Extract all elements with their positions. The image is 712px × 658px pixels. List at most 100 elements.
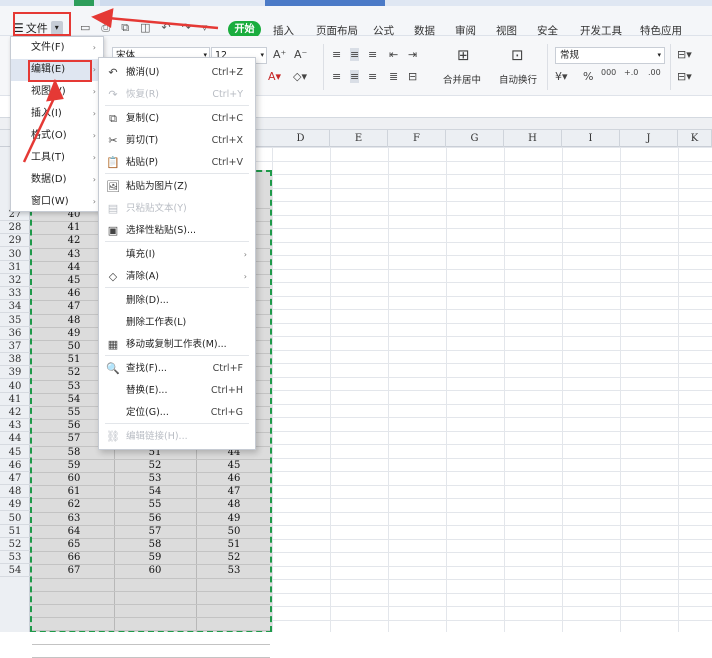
row-header[interactable]: 34: [0, 300, 30, 314]
row-header[interactable]: 39: [0, 366, 30, 380]
currency-icon[interactable]: ¥▾: [555, 70, 568, 83]
row-header[interactable]: 28: [0, 221, 30, 235]
column-header[interactable]: F: [388, 130, 446, 147]
row-header[interactable]: 43: [0, 419, 30, 433]
row-header[interactable]: 54: [0, 564, 30, 578]
wrap-text-button[interactable]: 自动换行: [499, 72, 537, 86]
edit-menu-item[interactable]: 🔍 查找(F)... Ctrl+F: [99, 358, 255, 380]
table-cell[interactable]: 58: [115, 538, 195, 551]
redo-icon[interactable]: ↷: [182, 21, 191, 35]
indent-increase-icon[interactable]: ⇥: [408, 48, 417, 61]
edit-menu-item[interactable]: ↷ 恢复(R) Ctrl+Y: [99, 84, 255, 106]
row-header[interactable]: 46: [0, 459, 30, 472]
edit-menu-item[interactable]: ↶ 撤消(U) Ctrl+Z: [99, 62, 255, 84]
indent-decrease-icon[interactable]: ⇤: [389, 48, 398, 61]
edit-menu-item[interactable]: 删除(D)...: [99, 290, 255, 312]
increase-decimal-icon[interactable]: +.0: [624, 68, 638, 77]
table-cell[interactable]: 52: [194, 551, 274, 564]
menu-item-insert[interactable]: 插入(I) ›: [11, 103, 103, 125]
decrease-decimal-icon[interactable]: .00: [648, 68, 661, 77]
cell-style-icon[interactable]: ⊟▾: [677, 70, 692, 83]
table-cell[interactable]: 50: [194, 525, 274, 538]
align-left-icon[interactable]: ≡: [332, 70, 341, 83]
edit-menu-item[interactable]: 填充(I) ›: [99, 244, 255, 266]
edit-menu-item[interactable]: ◇ 清除(A) ›: [99, 266, 255, 288]
font-grow-icon[interactable]: A⁺: [273, 48, 286, 61]
align-right-icon[interactable]: ≡: [368, 70, 377, 83]
row-header[interactable]: 49: [0, 498, 30, 512]
print-icon[interactable]: ⎙: [101, 21, 110, 35]
table-cell[interactable]: 56: [115, 512, 195, 525]
table-cell[interactable]: 57: [115, 525, 195, 538]
edit-menu-item[interactable]: ▤ 只粘贴文本(Y): [99, 198, 255, 220]
row-header[interactable]: 33: [0, 287, 30, 301]
table-cell[interactable]: 51: [194, 538, 274, 551]
column-header[interactable]: K: [678, 130, 712, 147]
table-cell[interactable]: 59: [34, 459, 114, 472]
distribute-icon[interactable]: ⊟: [408, 70, 417, 83]
menu-item-tools[interactable]: 工具(T) ›: [11, 147, 103, 169]
row-header[interactable]: 29: [0, 234, 30, 248]
edit-menu-item[interactable]: 🖼 粘贴为图片(Z): [99, 176, 255, 198]
align-top-icon[interactable]: ≡: [332, 48, 341, 61]
edit-menu-item[interactable]: 📋 粘贴(P) Ctrl+V: [99, 152, 255, 174]
row-header[interactable]: 45: [0, 446, 30, 459]
table-cell[interactable]: 59: [115, 551, 195, 564]
font-color-icon[interactable]: A▾: [268, 70, 281, 83]
column-header[interactable]: G: [446, 130, 504, 147]
edit-menu-item[interactable]: ⧉ 复制(C) Ctrl+C: [99, 108, 255, 130]
table-cell[interactable]: 46: [194, 472, 274, 485]
table-cell[interactable]: 63: [34, 512, 114, 525]
customize-icon[interactable]: ▿: [202, 21, 208, 35]
merge-center-icon[interactable]: ⊞: [457, 46, 470, 64]
table-cell[interactable]: 54: [115, 485, 195, 498]
row-header[interactable]: 31: [0, 261, 30, 274]
export-icon[interactable]: ◫: [140, 21, 150, 35]
row-header[interactable]: 35: [0, 314, 30, 327]
row-header[interactable]: 44: [0, 432, 30, 446]
font-shrink-icon[interactable]: A⁻: [294, 48, 307, 61]
menu-item-view[interactable]: 视图(V) ›: [11, 81, 103, 103]
column-header[interactable]: E: [330, 130, 388, 147]
menu-item-format[interactable]: 格式(O) ›: [11, 125, 103, 147]
wrap-text-icon[interactable]: ⊡: [511, 46, 524, 64]
edit-menu-item[interactable]: 删除工作表(L): [99, 312, 255, 334]
row-header[interactable]: 37: [0, 340, 30, 353]
menu-item-file[interactable]: 文件(F) ›: [11, 37, 103, 59]
menu-item-window[interactable]: 窗口(W) ›: [11, 191, 103, 213]
table-cell[interactable]: 65: [34, 538, 114, 551]
table-cell[interactable]: 49: [194, 512, 274, 525]
row-header[interactable]: 48: [0, 485, 30, 499]
row-header[interactable]: 38: [0, 353, 30, 367]
table-cell[interactable]: 55: [115, 498, 195, 511]
table-cell[interactable]: 60: [115, 564, 195, 577]
menu-item-data[interactable]: 数据(D) ›: [11, 169, 103, 191]
fill-color-icon[interactable]: ◇▾: [293, 70, 307, 83]
table-cell[interactable]: 53: [194, 564, 274, 577]
align-bottom-icon[interactable]: ≡: [368, 48, 377, 61]
table-cell[interactable]: 45: [194, 459, 274, 472]
row-header[interactable]: 42: [0, 406, 30, 419]
table-cell[interactable]: 62: [34, 498, 114, 511]
justify-icon[interactable]: ≣: [389, 70, 398, 83]
column-header[interactable]: H: [504, 130, 562, 147]
number-format-select[interactable]: 常规 ▾: [555, 47, 665, 64]
row-header[interactable]: 41: [0, 393, 30, 406]
thousands-button[interactable]: 000: [601, 68, 616, 77]
edit-menu-item[interactable]: ✂ 剪切(T) Ctrl+X: [99, 130, 255, 152]
table-cell[interactable]: 64: [34, 525, 114, 538]
edit-menu-item[interactable]: ▣ 选择性粘贴(S)...: [99, 220, 255, 242]
table-cell[interactable]: 47: [194, 485, 274, 498]
column-header[interactable]: J: [620, 130, 678, 147]
table-cell[interactable]: 53: [115, 472, 195, 485]
table-style-icon[interactable]: ⊟▾: [677, 48, 692, 61]
percent-button[interactable]: %: [583, 70, 593, 83]
table-cell[interactable]: 52: [115, 459, 195, 472]
edit-menu-item[interactable]: 替换(E)... Ctrl+H: [99, 380, 255, 402]
merge-center-button[interactable]: 合并居中: [443, 72, 481, 86]
row-header[interactable]: 52: [0, 538, 30, 551]
column-header[interactable]: I: [562, 130, 620, 147]
row-header[interactable]: 47: [0, 472, 30, 485]
table-cell[interactable]: 67: [34, 564, 114, 577]
table-cell[interactable]: 60: [34, 472, 114, 485]
